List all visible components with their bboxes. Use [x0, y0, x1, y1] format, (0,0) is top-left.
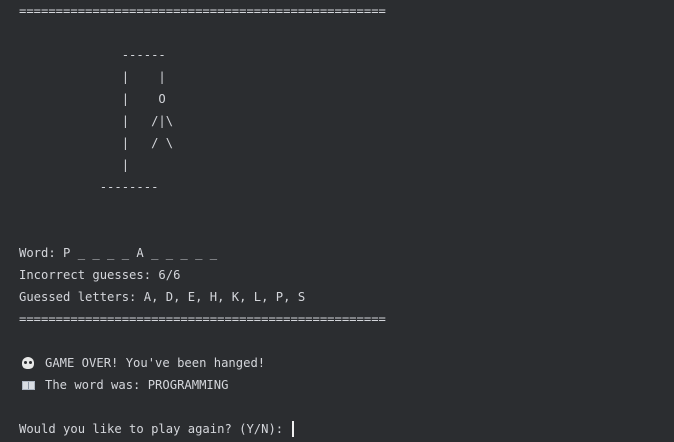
- game-over-message: GAME OVER! You've been hanged!: [19, 352, 674, 374]
- separator-bottom: ========================================…: [19, 312, 386, 326]
- word-progress: Word: P _ _ _ _ A _ _ _ _ _: [19, 246, 218, 260]
- skull-icon: [19, 352, 37, 374]
- incorrect-guesses: Incorrect guesses: 6/6: [19, 268, 181, 282]
- terminal-output[interactable]: ========================================…: [0, 0, 674, 442]
- open-book-icon: [19, 374, 37, 396]
- separator-top: ========================================…: [19, 4, 386, 18]
- text-cursor[interactable]: [291, 421, 294, 437]
- play-again-prompt[interactable]: Would you like to play again? (Y/N):: [19, 418, 674, 440]
- word-reveal-message: The word was: PROGRAMMING: [19, 374, 674, 396]
- hangman-gallows-art: ------ | | | O | /|\ | / \ | --------: [99, 48, 174, 194]
- game-over-text: GAME OVER! You've been hanged!: [45, 356, 266, 370]
- word-reveal-text: The word was: PROGRAMMING: [45, 378, 229, 392]
- guessed-letters: Guessed letters: A, D, E, H, K, L, P, S: [19, 290, 306, 304]
- play-again-prompt-text: Would you like to play again? (Y/N):: [19, 422, 291, 436]
